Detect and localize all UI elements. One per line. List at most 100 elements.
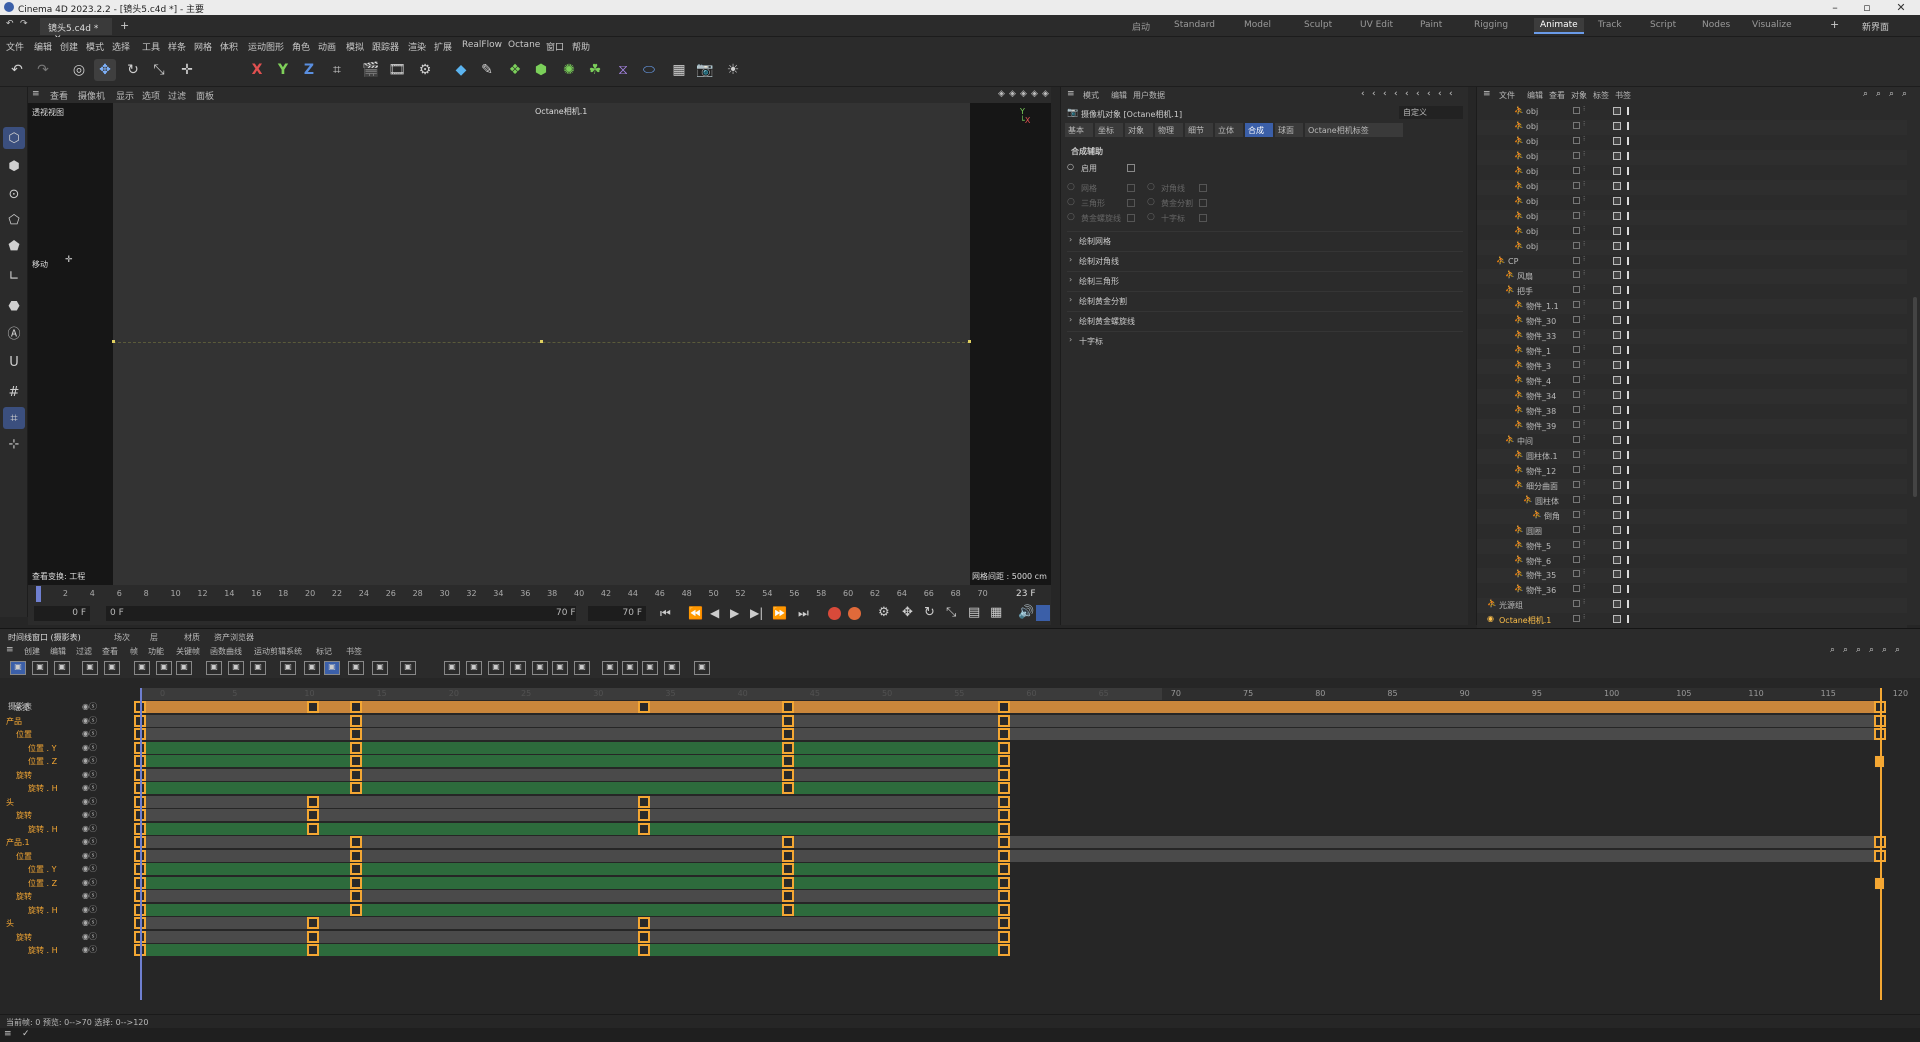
enable-check[interactable] (1573, 510, 1580, 518)
visibility-dots[interactable]: ⁝ (1583, 479, 1585, 487)
keyframe[interactable] (306, 809, 319, 821)
track-visibility-icon[interactable]: ◉ⓢ (82, 877, 97, 888)
keyframe[interactable] (638, 822, 650, 835)
viewport-menu-item-1[interactable]: 摄像机 (78, 89, 105, 102)
tag-icon[interactable] (1627, 301, 1634, 310)
tag-icon[interactable] (1627, 450, 1634, 459)
object-row[interactable]: ⛹ 中间 ⁝ (1477, 433, 1907, 449)
axis-mode-icon[interactable]: ∟ (3, 265, 25, 287)
menu-item-6[interactable]: 样条 (168, 40, 186, 53)
playhead[interactable] (140, 688, 142, 1000)
tag-icon[interactable] (1613, 420, 1621, 429)
enable-check[interactable] (1573, 450, 1580, 458)
tag-icon[interactable] (1627, 226, 1634, 235)
group-4[interactable]: 绘制黄金螺旋线 (1079, 316, 1135, 327)
layout-tab-10[interactable]: Nodes (1702, 20, 1730, 30)
min-frame-field[interactable]: 0 F (106, 606, 576, 621)
enable-check[interactable] (1573, 406, 1580, 413)
attr-nav-up-icon[interactable]: ‹ (1383, 89, 1387, 99)
tag-icon[interactable] (1613, 196, 1621, 205)
track-visibility-icon[interactable]: ◉ⓢ (82, 863, 97, 874)
tag-icon[interactable] (1613, 121, 1621, 130)
tag-icon[interactable] (1627, 570, 1634, 579)
visibility-dots[interactable]: ⁝ (1583, 150, 1585, 158)
option-radio[interactable]: ○ (1147, 212, 1155, 222)
visibility-dots[interactable]: ⁝ (1583, 329, 1585, 337)
tag-icon[interactable] (1613, 585, 1621, 594)
ds-tool-icon[interactable]: ▣ (552, 661, 568, 675)
visibility-dots[interactable]: ⁝ (1583, 299, 1585, 307)
keyframe-hollow[interactable] (638, 701, 650, 713)
keyframe[interactable] (998, 782, 1010, 794)
object-row[interactable]: ⛹ 物件_33 ⁝ (1477, 329, 1907, 345)
cube-icon[interactable]: ◆ (450, 59, 472, 81)
tag-icon[interactable] (1627, 181, 1634, 190)
keyframe[interactable] (782, 903, 794, 916)
next-key-icon[interactable]: ⏩ (772, 606, 787, 620)
ds-menu-item-6[interactable]: 关键帧 (176, 646, 200, 657)
keyframe[interactable] (782, 836, 794, 848)
tag-icon[interactable] (1627, 166, 1634, 175)
ds-tool-icon[interactable]: ▣ (372, 661, 388, 675)
coordinate-system-icon[interactable]: ⌗ (326, 59, 348, 81)
tag-icon[interactable] (1613, 107, 1621, 115)
edges-mode-icon[interactable]: ⬠ (3, 209, 25, 231)
tag-icon[interactable] (1613, 391, 1621, 400)
attr-tab-1[interactable]: 坐标 (1095, 123, 1123, 137)
track-label[interactable]: 产品.1 (6, 837, 30, 848)
ds-tool-icon[interactable]: ▣ (250, 661, 266, 675)
ds-tool-icon[interactable]: ▣ (156, 661, 172, 675)
tag-icon[interactable] (1613, 406, 1621, 414)
object-row[interactable]: ⛹ obj ⁝ (1477, 149, 1907, 165)
keyframe[interactable] (350, 741, 362, 754)
ds-filter-icon[interactable]: ⌕ (1856, 645, 1861, 655)
layout-tab-6[interactable]: Rigging (1474, 20, 1508, 30)
viewport-menu-item-2[interactable]: 显示 (116, 89, 134, 102)
ds-menu-item-0[interactable]: 创建 (24, 646, 40, 657)
visibility-dots[interactable]: ⁝ (1583, 464, 1585, 472)
key-param-icon[interactable]: ▤ (968, 605, 980, 620)
om-new-icon[interactable]: ⌕ (1902, 89, 1907, 99)
object-row[interactable]: ⛹ 物件_1 ⁝ (1477, 344, 1907, 360)
option-left-checkbox[interactable] (1127, 199, 1135, 207)
viewport-nav-down-icon[interactable]: ◈ (1009, 89, 1016, 99)
ds-tool-icon[interactable]: ▣ (10, 661, 26, 675)
object-name[interactable]: Octane相机.1 (1499, 615, 1551, 626)
enable-check[interactable] (1573, 465, 1580, 473)
enable-check[interactable] (1573, 615, 1580, 623)
ds-search-icon[interactable]: ⌕ (1830, 645, 1835, 655)
track-visibility-icon[interactable]: ◉ⓢ (82, 809, 97, 820)
keyframe[interactable] (998, 795, 1010, 808)
track-label[interactable]: 位置 (16, 851, 32, 862)
object-row[interactable]: ⛹ 物件_3 ⁝ (1477, 359, 1907, 375)
option-radio[interactable]: ○ (1067, 212, 1075, 222)
object-row[interactable]: ◉ Octane相机.1 ⁝ (1477, 613, 1907, 629)
viewport-menu-icon[interactable]: ≡ (32, 89, 40, 99)
tag-icon[interactable] (1613, 241, 1621, 250)
tag-icon[interactable] (1627, 151, 1634, 160)
option-radio[interactable]: ○ (1067, 182, 1075, 192)
ds-tool-icon[interactable]: ▣ (104, 661, 120, 675)
object-name[interactable]: obj (1526, 137, 1538, 146)
ds-tool-icon[interactable]: ▣ (280, 661, 296, 675)
om-menu-icon[interactable]: ≡ (1483, 89, 1491, 99)
object-row[interactable]: ⛹ 物件_30 ⁝ (1477, 314, 1907, 330)
om-menu-item-1[interactable]: 编辑 (1527, 90, 1543, 101)
tweak-mode-icon[interactable]: Ⓐ (3, 321, 25, 343)
visibility-dots[interactable]: ⁝ (1583, 583, 1585, 591)
object-row[interactable]: ⛹ 物件_4 ⁝ (1477, 374, 1907, 390)
visibility-dots[interactable]: ⁝ (1583, 314, 1585, 322)
tag-icon[interactable] (1613, 286, 1621, 295)
enable-check[interactable] (1573, 331, 1580, 339)
record-icon[interactable] (828, 607, 841, 620)
tag-icon[interactable] (1613, 465, 1621, 474)
object-name[interactable]: 细分曲面 (1526, 481, 1558, 492)
tag-icon[interactable] (1627, 107, 1634, 115)
object-name[interactable]: obj (1526, 242, 1538, 251)
ds-tool-icon[interactable]: ▣ (304, 661, 320, 675)
attr-tab-2[interactable]: 对象 (1125, 123, 1153, 137)
tag-icon[interactable] (1613, 166, 1621, 175)
tag-icon[interactable] (1613, 525, 1621, 534)
redo-icon[interactable]: ↷ (32, 59, 54, 81)
viewport-nav-square-icon[interactable]: ◈ (1042, 89, 1049, 99)
